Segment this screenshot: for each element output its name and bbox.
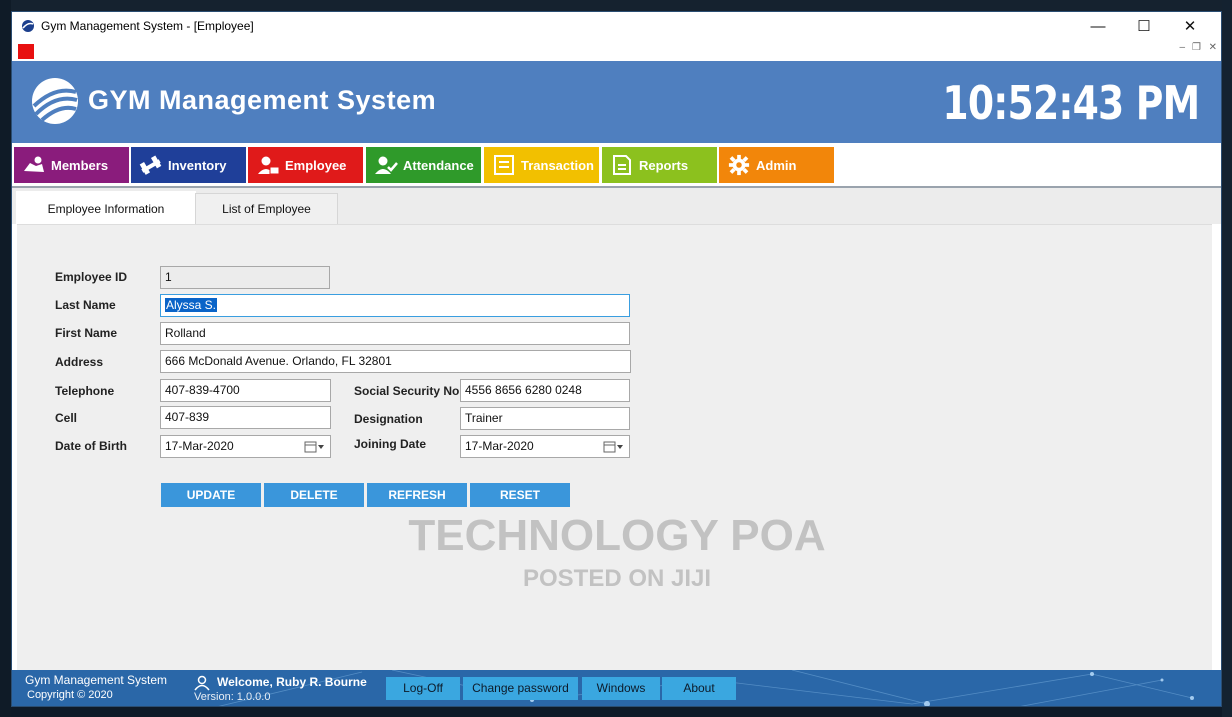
ssn-label: Social Security No (354, 384, 460, 398)
date-of-birth-value: 17-Mar-2020 (165, 439, 234, 453)
app-window: Gym Management System - [Employee] — ☐ ✕… (11, 11, 1222, 707)
last-name-field[interactable]: Alyssa S. (160, 294, 630, 317)
refresh-button[interactable]: REFRESH (367, 483, 467, 507)
last-name-label: Last Name (55, 298, 116, 312)
designation-label: Designation (354, 412, 423, 426)
ssn-field[interactable]: 4556 8656 6280 0248 (460, 379, 630, 402)
nav-admin[interactable]: Admin (719, 147, 834, 183)
tab-employee-information[interactable]: Employee Information (16, 191, 196, 225)
app-title: GYM Management System (88, 85, 437, 115)
transaction-icon (494, 155, 514, 175)
desktop-background-right (1222, 0, 1232, 717)
user-icon (194, 675, 210, 691)
maximize-button[interactable]: ☐ (1121, 16, 1167, 38)
nav-label: Members (51, 157, 109, 173)
status-app-name: Gym Management System (25, 673, 168, 687)
attendance-icon (375, 156, 398, 174)
delete-button[interactable]: DELETE (264, 483, 364, 507)
cell-field[interactable]: 407-839 (160, 406, 331, 429)
designation-field[interactable]: Trainer (460, 407, 630, 430)
nav-label: Inventory (168, 157, 227, 173)
log-off-button[interactable]: Log-Off (386, 677, 460, 700)
calendar-dropdown-icon[interactable] (603, 440, 625, 454)
child-window-icon[interactable] (18, 44, 34, 59)
tab-strip: Employee Information List of Employee (12, 188, 1221, 225)
inventory-icon (139, 155, 162, 175)
members-icon (24, 156, 44, 172)
main-nav: Members Inventory Employee Attendance Tr… (12, 145, 1221, 185)
tab-list-of-employee[interactable]: List of Employee (195, 193, 338, 224)
nav-label: Reports (639, 157, 689, 173)
nav-members[interactable]: Members (14, 147, 129, 183)
reset-button[interactable]: RESET (470, 483, 570, 507)
child-close-button[interactable]: ✕ (1209, 42, 1217, 53)
joining-date-label: Joining Date (354, 437, 427, 451)
nav-reports[interactable]: Reports (602, 147, 717, 183)
change-password-button[interactable]: Change password (463, 677, 578, 700)
close-button[interactable]: ✕ (1167, 16, 1213, 38)
version-label: Version: 1.0.0.0 (194, 691, 271, 703)
nav-label: Attendance (403, 157, 474, 173)
joining-date-picker[interactable]: 17-Mar-2020 (460, 435, 630, 458)
child-minimize-button[interactable]: – (1179, 42, 1185, 53)
telephone-label: Telephone (55, 384, 115, 398)
header-banner: GYM Management System 10:52:43 PM (12, 61, 1221, 143)
child-restore-button[interactable]: ❐ (1192, 42, 1201, 53)
employee-id-label: Employee ID (55, 270, 128, 284)
globe-logo-icon (32, 78, 78, 124)
cell-label: Cell (55, 411, 78, 425)
first-name-label: First Name (55, 326, 118, 340)
first-name-field[interactable]: Rolland (160, 322, 630, 345)
clock-display: 10:52:43 PM (942, 76, 1200, 130)
address-field[interactable]: 666 McDonald Avenue. Orlando, FL 32801 (160, 350, 631, 373)
joining-date-value: 17-Mar-2020 (465, 439, 534, 453)
address-label: Address (55, 355, 104, 369)
mdi-child-bar: – ❐ ✕ (12, 41, 1221, 61)
admin-gear-icon (728, 154, 750, 176)
nav-inventory[interactable]: Inventory (131, 147, 246, 183)
app-logo-icon (22, 20, 34, 32)
date-of-birth-label: Date of Birth (55, 439, 127, 453)
calendar-dropdown-icon[interactable] (304, 440, 326, 454)
employee-id-field[interactable]: 1 (160, 266, 330, 289)
about-button[interactable]: About (662, 677, 736, 700)
watermark-subtitle: POSTED ON JIJI (522, 565, 712, 592)
employee-form-panel: Employee ID 1 Last Name Alyssa S. First … (17, 224, 1212, 670)
nav-employee[interactable]: Employee (248, 147, 363, 183)
watermark-title: TECHNOLOGY POA (408, 511, 826, 560)
status-bar: Gym Management System Copyright © 2020 W… (12, 670, 1221, 706)
last-name-value: Alyssa S. (165, 298, 218, 312)
nav-label: Transaction (521, 157, 594, 173)
window-title: Gym Management System - [Employee] (41, 19, 254, 33)
nav-label: Employee (285, 157, 347, 173)
telephone-field[interactable]: 407-839-4700 (160, 379, 331, 402)
update-button[interactable]: UPDATE (161, 483, 261, 507)
minimize-button[interactable]: — (1075, 16, 1121, 38)
nav-attendance[interactable]: Attendance (366, 147, 481, 183)
welcome-message: Welcome, Ruby R. Bourne (217, 675, 367, 689)
nav-label: Admin (756, 157, 797, 173)
title-bar: Gym Management System - [Employee] — ☐ ✕ (12, 12, 1221, 41)
reports-icon (613, 155, 631, 175)
desktop-background-left (0, 0, 11, 717)
windows-button[interactable]: Windows (582, 677, 660, 700)
date-of-birth-picker[interactable]: 17-Mar-2020 (160, 435, 331, 458)
status-copyright: Copyright © 2020 (27, 689, 113, 701)
employee-icon (258, 156, 280, 175)
nav-transaction[interactable]: Transaction (484, 147, 599, 183)
